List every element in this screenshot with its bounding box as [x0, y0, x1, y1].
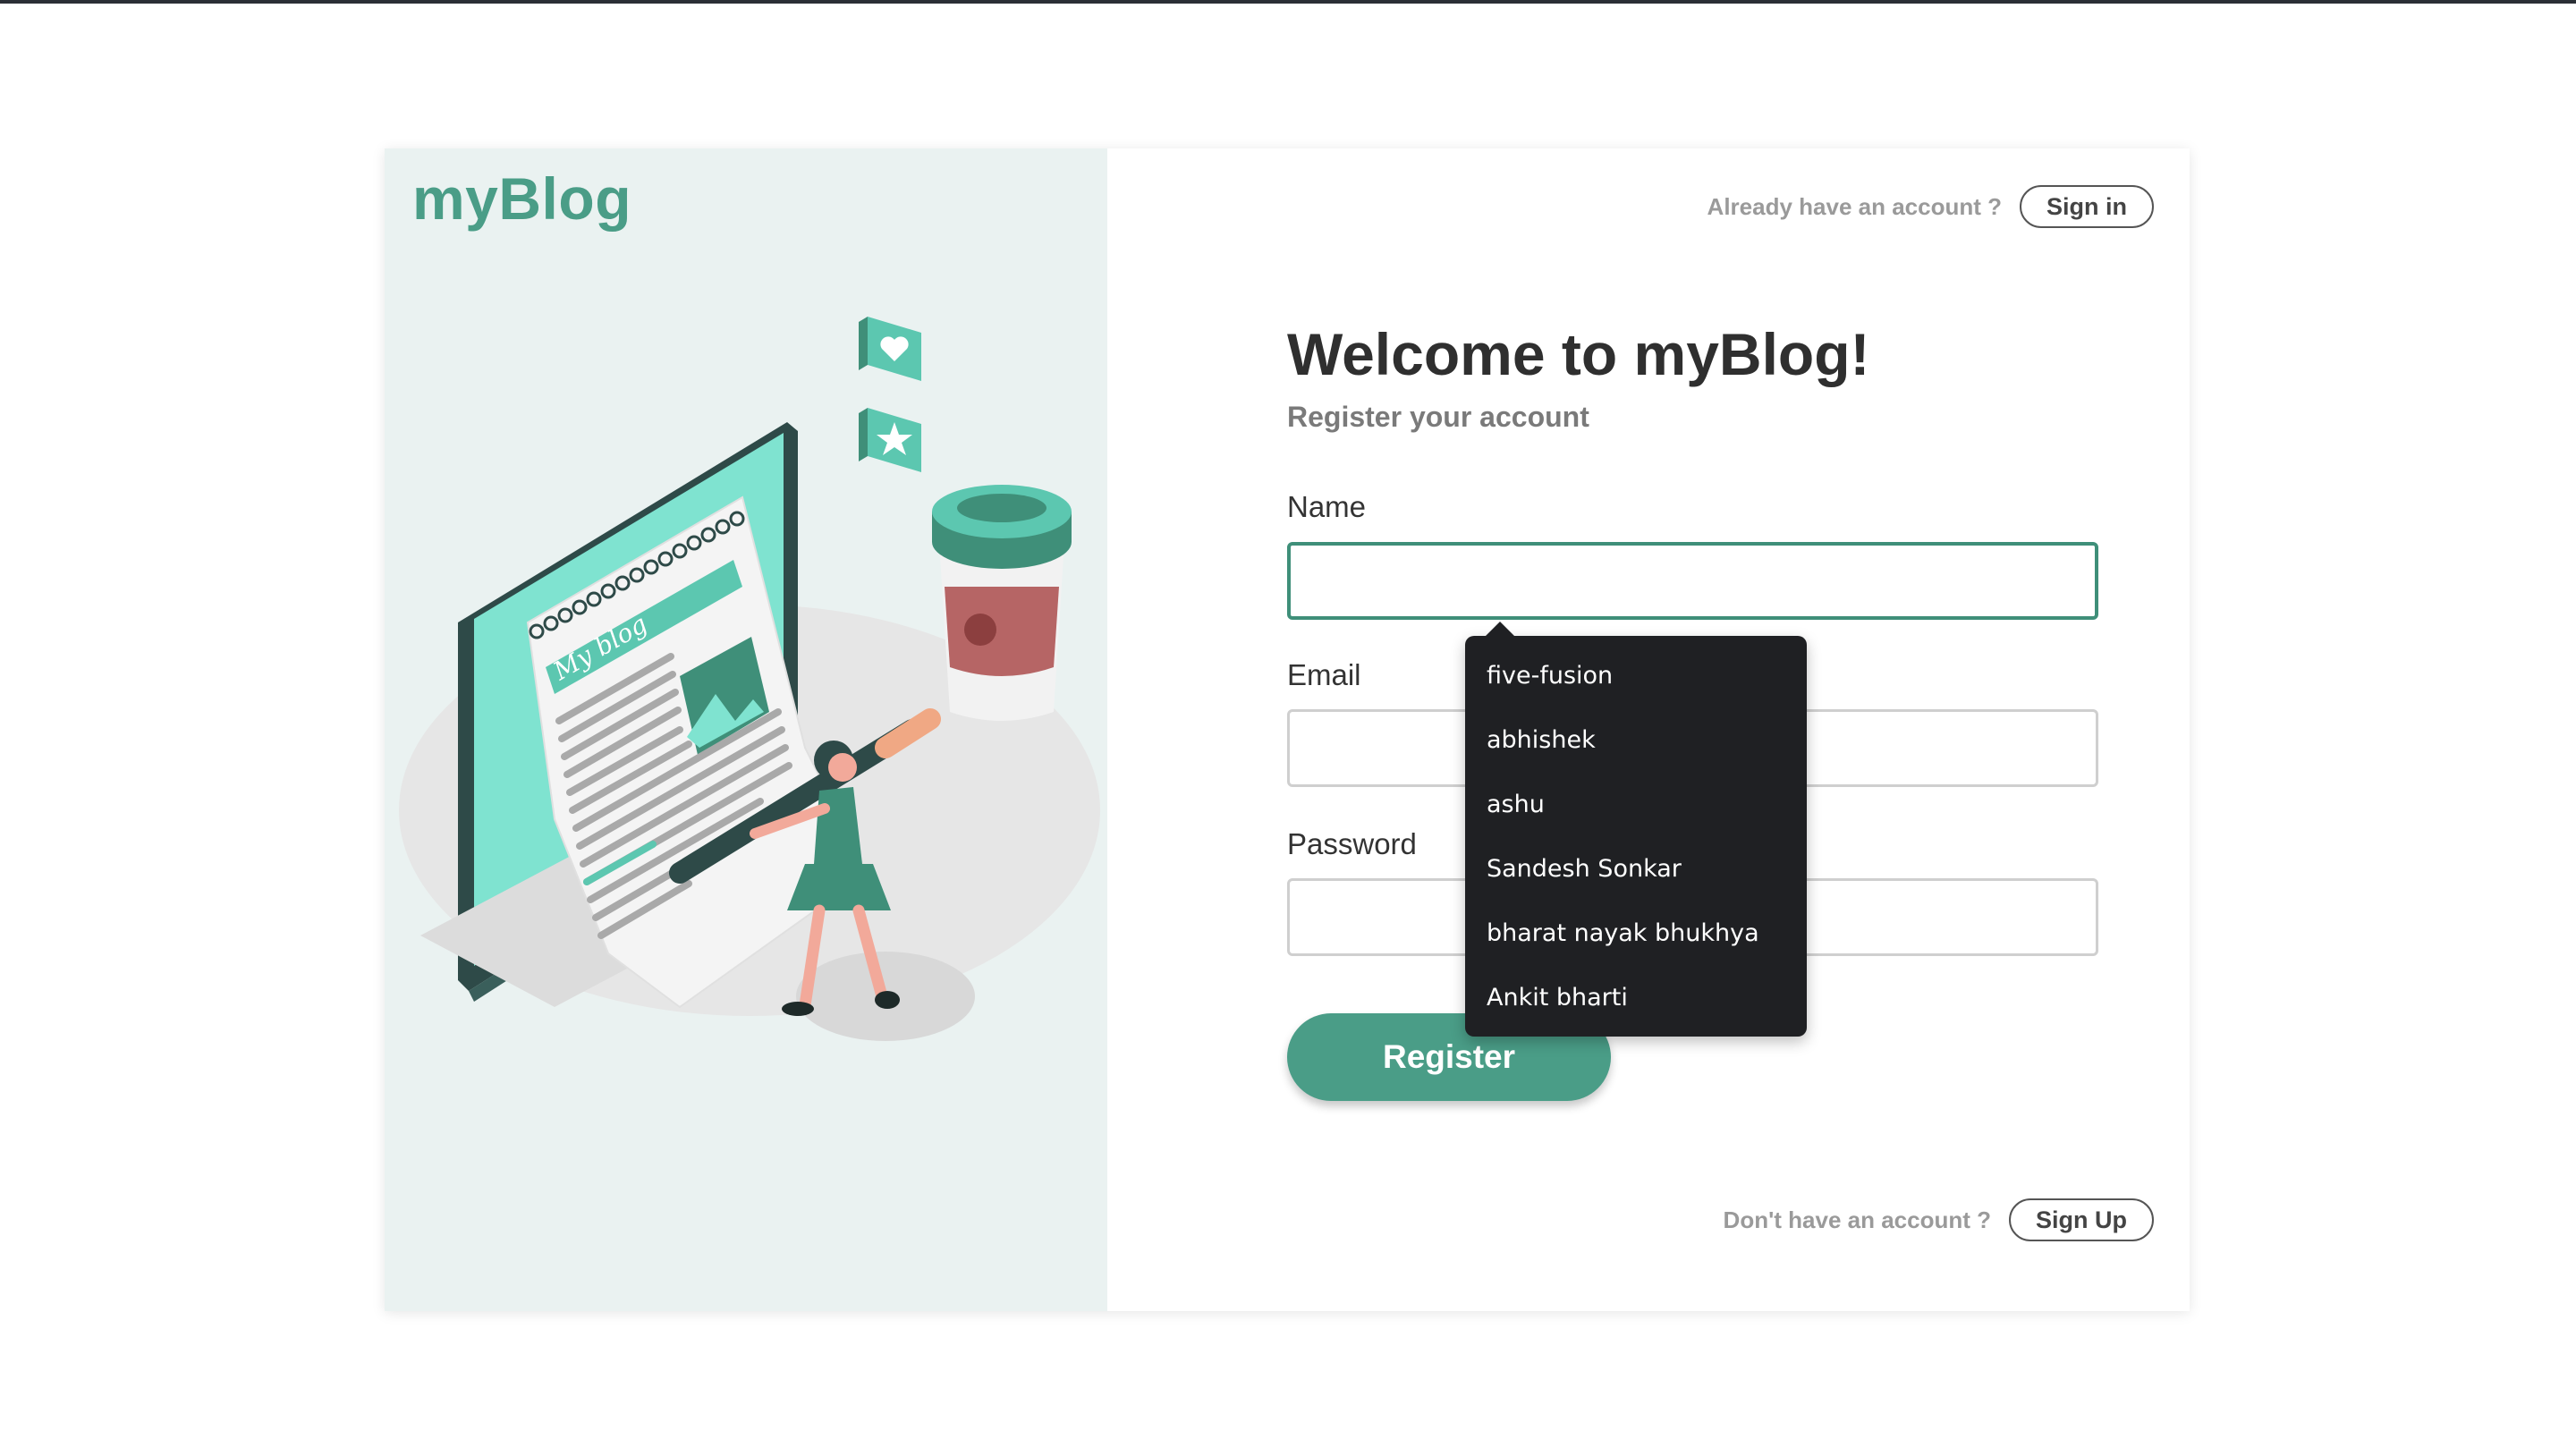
autocomplete-option[interactable]: ashu — [1465, 773, 1807, 837]
name-field[interactable] — [1287, 542, 2098, 620]
star-icon — [859, 408, 921, 472]
signin-bar: Already have an account ? Sign in — [1707, 185, 2154, 228]
name-label: Name — [1287, 490, 1367, 523]
autocomplete-option[interactable]: bharat nayak bhukhya — [1465, 902, 1807, 966]
signin-prompt: Already have an account ? — [1707, 192, 2002, 220]
autocomplete-option[interactable]: Ankit bharti — [1465, 966, 1807, 1030]
autocomplete-option[interactable]: Sandesh Sonkar — [1465, 837, 1807, 902]
coffee-cup-icon — [932, 485, 1072, 721]
page-title: Welcome to myBlog! — [1287, 321, 1870, 387]
logo: myBlog — [412, 165, 632, 232]
brand-panel: myBlog My blog — [385, 148, 1107, 1311]
email-label: Email — [1287, 658, 1361, 691]
register-card: myBlog My blog Already have an account ?… — [385, 148, 2190, 1311]
signup-bar: Don't have an account ? Sign Up — [1724, 1198, 2154, 1241]
blog-illustration: My blog — [399, 317, 1100, 1041]
signup-button[interactable]: Sign Up — [2009, 1198, 2154, 1241]
autocomplete-dropdown: five-fusion abhishek ashu Sandesh Sonkar… — [1465, 622, 1807, 1037]
autocomplete-option[interactable]: abhishek — [1465, 708, 1807, 773]
signup-prompt: Don't have an account ? — [1723, 1206, 1991, 1233]
password-label: Password — [1287, 827, 1417, 860]
page-subtitle: Register your account — [1287, 401, 1589, 433]
signin-button[interactable]: Sign in — [2020, 185, 2154, 228]
top-border — [0, 0, 2576, 4]
heart-icon — [859, 317, 921, 381]
autocomplete-option[interactable]: five-fusion — [1465, 644, 1807, 708]
